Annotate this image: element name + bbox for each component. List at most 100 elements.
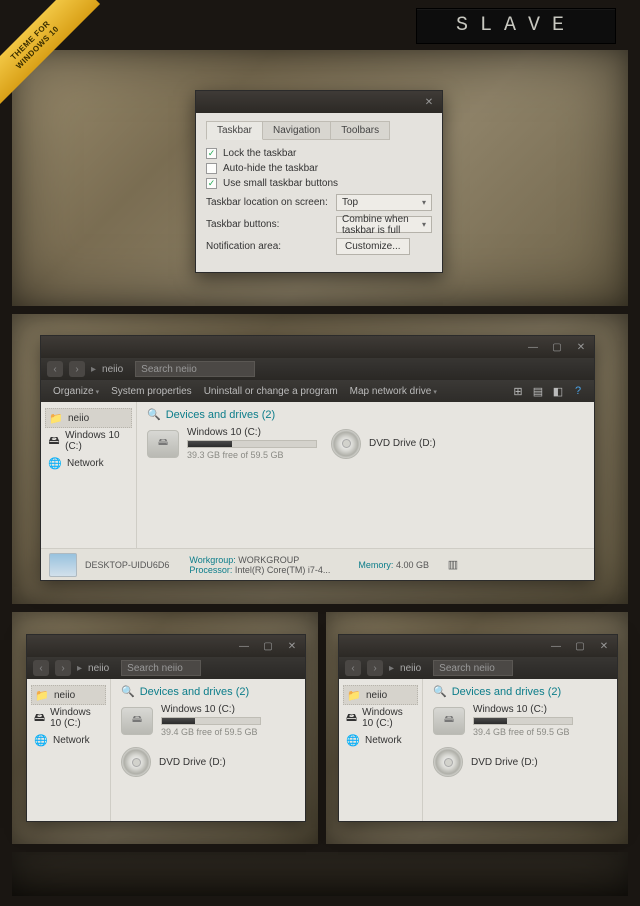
close-icon[interactable]: ✕ [420, 95, 438, 109]
system-properties-button[interactable]: System properties [107, 384, 196, 399]
tab-taskbar[interactable]: Taskbar [206, 121, 263, 140]
label-taskbar-location: Taskbar location on screen: [206, 197, 336, 208]
computer-icon [49, 553, 77, 577]
drive-item-c[interactable]: 🖴 Windows 10 (C:) 39.4 GB free of 59.5 G… [121, 704, 295, 737]
breadcrumb[interactable]: neiio [102, 364, 123, 375]
sidebar-item-network[interactable]: 🌐 Network [343, 731, 418, 749]
drive-name: Windows 10 (C:) [473, 704, 573, 715]
hard-drive-icon: 🖴 [121, 707, 153, 735]
minimize-icon[interactable]: — [547, 639, 565, 653]
drive-item-c[interactable]: 🖴 Windows 10 (C:) 39.4 GB free of 59.5 G… [433, 704, 607, 737]
label-small-buttons: Use small taskbar buttons [223, 178, 338, 189]
search-icon: 🔍 [121, 685, 135, 698]
hard-drive-icon: 🖴 [433, 707, 465, 735]
network-icon: 🌐 [48, 456, 62, 470]
tab-toolbars[interactable]: Toolbars [331, 121, 390, 140]
sidebar-item-drive-c[interactable]: 🖴 Windows 10 (C:) [343, 705, 418, 731]
group-header[interactable]: 🔍 Devices and drives (2) [433, 685, 607, 698]
view-layout-icon[interactable]: ⊞ [510, 383, 526, 399]
nav-forward-button[interactable]: › [55, 660, 71, 676]
search-placeholder: Search neiio [127, 663, 183, 674]
sidebar-item-neiio[interactable]: 📁 neiio [45, 408, 132, 428]
group-header[interactable]: 🔍 Devices and drives (2) [121, 685, 295, 698]
sidebar-item-network[interactable]: 🌐 Network [31, 731, 106, 749]
checkbox-autohide-taskbar[interactable] [206, 163, 217, 174]
select-taskbar-buttons[interactable]: Combine when taskbar is full ▾ [336, 216, 432, 233]
drive-free-text: 39.4 GB free of 59.5 GB [161, 727, 261, 737]
disc-icon [121, 747, 151, 777]
disc-icon [433, 747, 463, 777]
breadcrumb[interactable]: neiio [88, 663, 109, 674]
sidebar-item-neiio[interactable]: 📁 neiio [31, 685, 106, 705]
drive-item-c[interactable]: 🖴 Windows 10 (C:) 39.3 GB free of 59.5 G… [147, 427, 317, 460]
group-header[interactable]: 🔍 Devices and drives (2) [147, 408, 584, 421]
details-pane-icon[interactable]: ▥ [445, 557, 461, 573]
tab-navigation[interactable]: Navigation [263, 121, 331, 140]
explorer-titlebar[interactable]: — ▢ ✕ [339, 635, 617, 657]
breadcrumb[interactable]: neiio [400, 663, 421, 674]
search-input[interactable]: Search neiio [121, 660, 201, 676]
group-header-label: Devices and drives (2) [452, 686, 561, 698]
sidebar-item-label: neiio [366, 690, 387, 701]
search-input[interactable]: Search neiio [433, 660, 513, 676]
sidebar-item-label: Network [365, 735, 402, 746]
checkbox-small-buttons[interactable] [206, 178, 217, 189]
organize-button[interactable]: Organize▾ [49, 384, 103, 399]
sidebar-item-network[interactable]: 🌐 Network [45, 454, 132, 472]
search-input[interactable]: Search neiio [135, 361, 255, 377]
drive-free-text: 39.4 GB free of 59.5 GB [473, 727, 573, 737]
minimize-icon[interactable]: — [235, 639, 253, 653]
map-network-button[interactable]: Map network drive▾ [346, 384, 441, 399]
maximize-icon[interactable]: ▢ [571, 639, 589, 653]
folder-icon: 📁 [35, 688, 49, 702]
nav-back-button[interactable]: ‹ [33, 660, 49, 676]
sidebar-item-label: neiio [68, 413, 89, 424]
nav-back-button[interactable]: ‹ [47, 361, 63, 377]
label-taskbar-buttons: Taskbar buttons: [206, 219, 336, 230]
customize-button[interactable]: Customize... [336, 238, 410, 255]
folder-icon: 📁 [49, 411, 63, 425]
search-placeholder: Search neiio [141, 364, 197, 375]
minimize-icon[interactable]: — [524, 340, 542, 354]
select-buttons-value: Combine when taskbar is full [342, 214, 422, 236]
sidebar-item-drive-c[interactable]: 🖴 Windows 10 (C:) [31, 705, 106, 731]
close-icon[interactable]: ✕ [595, 639, 613, 653]
value-workgroup: WORKGROUP [238, 555, 299, 565]
maximize-icon[interactable]: ▢ [259, 639, 277, 653]
uninstall-button[interactable]: Uninstall or change a program [200, 384, 342, 399]
sidebar: 📁 neiio 🖴 Windows 10 (C:) 🌐 Network [339, 679, 423, 821]
computer-name: DESKTOP-UIDU6D6 [85, 560, 169, 570]
checkbox-lock-taskbar[interactable] [206, 148, 217, 159]
sidebar-item-label: Windows 10 (C:) [362, 707, 415, 729]
sidebar-item-neiio[interactable]: 📁 neiio [343, 685, 418, 705]
explorer-titlebar[interactable]: — ▢ ✕ [27, 635, 305, 657]
drive-item-d[interactable]: DVD Drive (D:) [121, 747, 295, 777]
chevron-right-icon: ▸ [91, 364, 96, 375]
nav-forward-button[interactable]: › [367, 660, 383, 676]
drive-icon: 🖴 [34, 711, 45, 725]
sidebar-item-label: Network [67, 458, 104, 469]
settings-titlebar[interactable]: ✕ [196, 91, 442, 113]
sidebar: 📁 neiio 🖴 Windows 10 (C:) 🌐 Network [41, 402, 137, 548]
close-icon[interactable]: ✕ [572, 340, 590, 354]
maximize-icon[interactable]: ▢ [548, 340, 566, 354]
select-taskbar-location[interactable]: Top ▾ [336, 194, 432, 211]
chevron-down-icon: ▾ [433, 389, 437, 396]
drive-item-d[interactable]: DVD Drive (D:) [433, 747, 607, 777]
sidebar-item-drive-c[interactable]: 🖴 Windows 10 (C:) [45, 428, 132, 454]
nav-forward-button[interactable]: › [69, 361, 85, 377]
drive-item-d[interactable]: DVD Drive (D:) [331, 429, 436, 459]
nav-back-button[interactable]: ‹ [345, 660, 361, 676]
help-icon[interactable]: ? [570, 383, 586, 399]
label-memory: Memory: [358, 560, 393, 570]
tab-row: Taskbar Navigation Toolbars [206, 121, 432, 140]
explorer-titlebar[interactable]: — ▢ ✕ [41, 336, 594, 358]
drive-name: DVD Drive (D:) [369, 438, 436, 449]
sidebar: 📁 neiio 🖴 Windows 10 (C:) 🌐 Network [27, 679, 111, 821]
close-icon[interactable]: ✕ [283, 639, 301, 653]
view-details-icon[interactable]: ▤ [530, 383, 546, 399]
preview-pane-icon[interactable]: ◧ [550, 383, 566, 399]
drive-usage-bar [187, 440, 317, 448]
drive-usage-bar [473, 717, 573, 725]
select-location-value: Top [342, 197, 358, 208]
